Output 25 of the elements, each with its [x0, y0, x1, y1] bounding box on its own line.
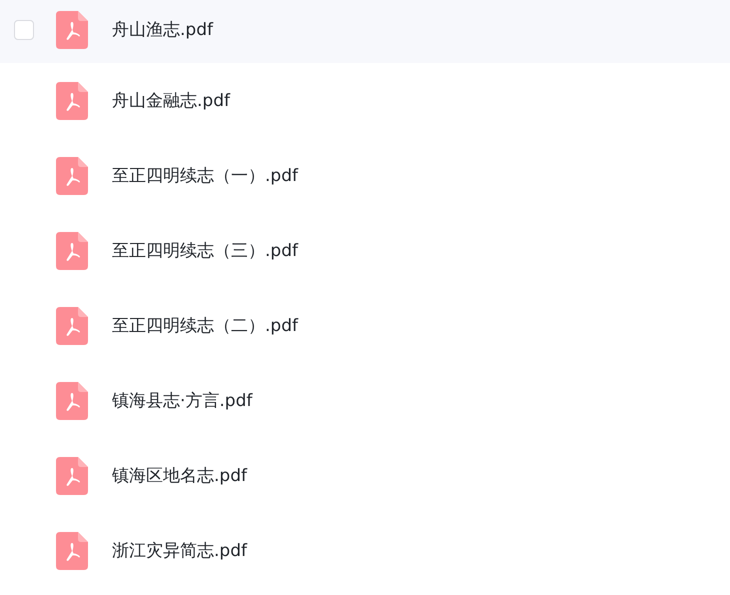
pdf-file-icon	[56, 532, 88, 570]
file-name: 至正四明续志（一）.pdf	[112, 165, 298, 187]
file-row[interactable]: 镇海县志·方言.pdf	[0, 363, 730, 438]
file-row[interactable]: 至正四明续志（三）.pdf	[0, 213, 730, 288]
file-name: 镇海区地名志.pdf	[112, 465, 247, 487]
file-row[interactable]: 浙江灾异简志.pdf	[0, 513, 730, 588]
file-name: 浙江灾异简志.pdf	[112, 540, 247, 562]
file-row[interactable]: 镇海区地名志.pdf	[0, 438, 730, 513]
file-row[interactable]: 舟山金融志.pdf	[0, 63, 730, 138]
file-name: 舟山金融志.pdf	[112, 90, 230, 112]
pdf-file-icon	[56, 306, 88, 344]
pdf-file-icon	[56, 156, 88, 194]
file-row[interactable]: 至正四明续志（一）.pdf	[0, 138, 730, 213]
pdf-file-icon	[56, 10, 88, 48]
file-name: 至正四明续志（三）.pdf	[112, 240, 298, 262]
file-name: 镇海县志·方言.pdf	[112, 390, 252, 412]
file-row[interactable]: 至正四明续志（二）.pdf	[0, 288, 730, 363]
file-row[interactable]: 舟山渔志.pdf	[0, 0, 730, 63]
pdf-file-icon	[56, 232, 88, 270]
checkbox[interactable]	[14, 20, 34, 40]
pdf-file-icon	[56, 456, 88, 494]
file-name: 至正四明续志（二）.pdf	[112, 315, 298, 337]
pdf-file-icon	[56, 382, 88, 420]
file-name: 舟山渔志.pdf	[112, 19, 213, 41]
pdf-file-icon	[56, 82, 88, 120]
